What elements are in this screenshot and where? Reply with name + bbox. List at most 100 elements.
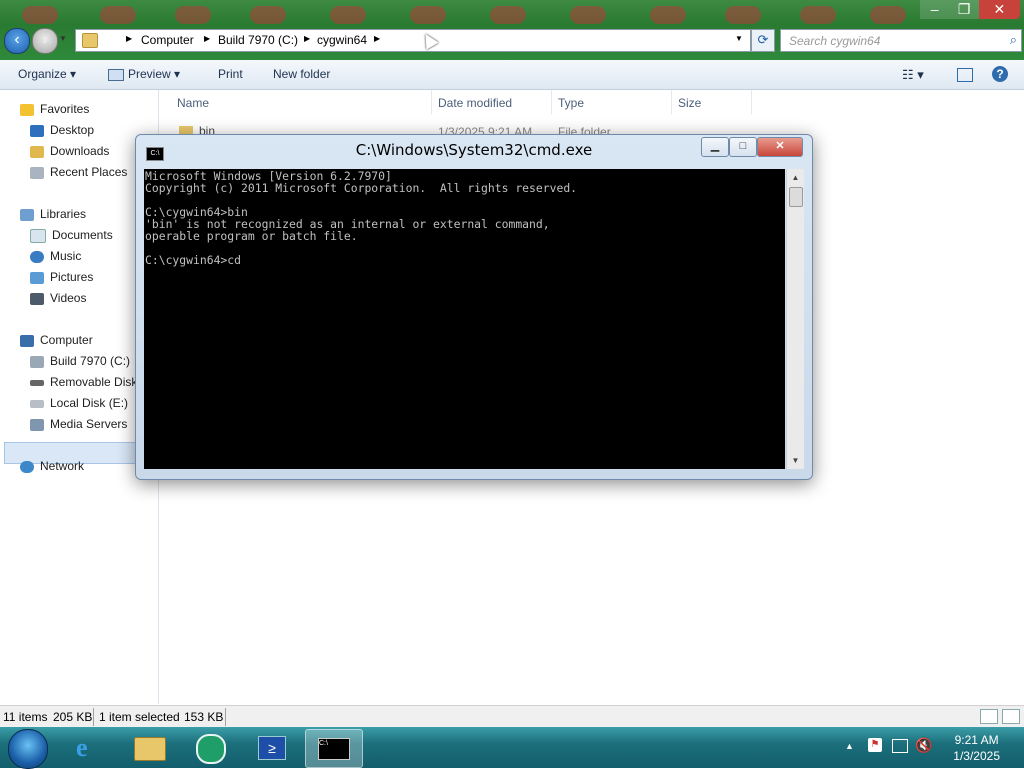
nav-libraries[interactable]: Libraries (20, 204, 86, 224)
column-date-modified[interactable]: Date modified (438, 96, 512, 110)
cmd-window[interactable]: C:\ C:\Windows\System32\cmd.exe ▁ □ ✕ Mi… (135, 134, 813, 480)
nav-favorites-label: Favorites (40, 102, 90, 116)
background-decoration (870, 6, 906, 24)
local-disk-icon (30, 399, 44, 408)
internet-explorer-taskbar-button[interactable]: e (62, 729, 118, 766)
network-tray-icon[interactable] (892, 739, 908, 753)
scroll-down-icon[interactable]: ▼ (787, 452, 804, 469)
nav-desktop[interactable]: Desktop (30, 120, 94, 140)
cmd-taskbar-button[interactable]: C:\ (305, 729, 363, 768)
action-center-icon[interactable]: ⚑ (868, 738, 882, 752)
nav-local-disk-label: Local Disk (E:) (50, 396, 129, 410)
back-button[interactable]: ‹ (4, 28, 30, 54)
column-divider[interactable] (431, 90, 432, 114)
background-decoration (250, 6, 286, 24)
scrollbar-thumb[interactable] (789, 187, 803, 207)
start-button[interactable] (8, 729, 48, 769)
chevron-right-icon[interactable]: ▶ (374, 34, 380, 43)
search-icon[interactable]: ⌕ (1010, 32, 1017, 48)
address-dropdown-icon[interactable]: ▼ (735, 34, 743, 43)
background-decoration (410, 6, 446, 24)
nav-downloads-label: Downloads (50, 144, 110, 158)
file-explorer-taskbar-button[interactable] (122, 729, 178, 766)
chevron-right-icon[interactable]: ▶ (204, 34, 210, 43)
nav-computer[interactable]: Computer (20, 330, 93, 350)
view-options-icon[interactable]: ☷ ▾ (902, 67, 924, 83)
breadcrumb-cygwin64[interactable]: cygwin64 (317, 33, 367, 47)
clock-time: 9:21 AM (954, 733, 999, 747)
nav-downloads[interactable]: Downloads (30, 141, 109, 161)
help-icon[interactable]: ? (992, 66, 1008, 82)
column-divider[interactable] (751, 90, 752, 114)
cmd-close-button[interactable]: ✕ (757, 137, 803, 157)
show-hidden-icons-icon[interactable]: ▲ (845, 741, 854, 751)
explorer-window-controls: ‒ ❐ ✕ (920, 0, 1020, 20)
minimize-button[interactable]: ‒ (920, 0, 950, 19)
forward-button[interactable]: › (32, 28, 58, 54)
new-folder-button[interactable]: New folder (273, 67, 330, 81)
status-divider (225, 708, 226, 726)
libraries-icon (20, 208, 34, 221)
nav-recent-places[interactable]: Recent Places (30, 162, 127, 182)
address-bar[interactable]: ▶ Computer ▶ Build 7970 (C:) ▶ cygwin64 … (75, 29, 751, 52)
scroll-up-icon[interactable]: ▲ (787, 169, 804, 186)
store-taskbar-button[interactable] (182, 729, 238, 766)
nav-computer-label: Computer (40, 333, 93, 347)
nav-favorites[interactable]: Favorites (20, 99, 89, 119)
search-placeholder: Search cygwin64 (789, 34, 881, 48)
removable-disk-icon (30, 379, 44, 386)
refresh-button[interactable]: ⟳ (751, 29, 775, 52)
nav-removable-disk-label: Removable Disk ( (50, 375, 145, 389)
recent-places-icon (30, 166, 44, 179)
chevron-right-icon[interactable]: ▶ (126, 34, 132, 43)
nav-pictures[interactable]: Pictures (30, 267, 93, 287)
star-icon (20, 103, 34, 116)
console-scrollbar[interactable]: ▲ ▼ (786, 169, 804, 469)
powershell-taskbar-button[interactable]: ≥ (244, 729, 300, 766)
search-input[interactable]: Search cygwin64 ⌕ (780, 29, 1022, 52)
column-name[interactable]: Name (177, 96, 209, 110)
command-bar: Organize ▾ Preview ▾ Print New folder ☷ … (0, 60, 1024, 90)
column-type[interactable]: Type (558, 96, 584, 110)
preview-button[interactable]: Preview ▾ (108, 67, 180, 81)
background-decoration (800, 6, 836, 24)
background-decoration (490, 6, 526, 24)
column-divider[interactable] (671, 90, 672, 114)
recent-pages-dropdown[interactable]: ▼ (59, 34, 67, 43)
nav-build-drive[interactable]: Build 7970 (C:) (30, 351, 130, 371)
column-size[interactable]: Size (678, 96, 701, 110)
nav-music[interactable]: Music (30, 246, 81, 266)
cmd-maximize-button[interactable]: □ (729, 137, 757, 157)
nav-network[interactable]: Network (20, 456, 84, 476)
nav-media-servers[interactable]: Media Servers (30, 414, 127, 434)
breadcrumb-computer[interactable]: Computer (141, 33, 194, 47)
preview-pane-icon[interactable] (957, 68, 973, 82)
print-button[interactable]: Print (218, 67, 243, 81)
selection-size: 153 KB (184, 710, 224, 724)
nav-recent-places-label: Recent Places (50, 165, 128, 179)
maximize-button[interactable]: ❐ (949, 0, 979, 19)
nav-documents[interactable]: Documents (30, 225, 113, 245)
nav-local-disk[interactable]: Local Disk (E:) (30, 393, 128, 413)
clock-date: 1/3/2025 (953, 749, 1000, 763)
console-text: Microsoft Windows [Version 6.2.7970] Cop… (145, 169, 578, 267)
background-decoration (650, 6, 686, 24)
nav-videos[interactable]: Videos (30, 288, 86, 308)
background-decoration (22, 6, 58, 24)
desktop-icon (30, 124, 44, 137)
cmd-minimize-button[interactable]: ▁ (701, 137, 729, 157)
organize-button[interactable]: Organize ▾ (18, 67, 76, 81)
system-clock[interactable]: 9:21 AM 1/3/2025 (953, 732, 1000, 764)
nav-videos-label: Videos (50, 291, 87, 305)
details-view-icon[interactable] (980, 709, 998, 724)
nav-build-drive-label: Build 7970 (C:) (50, 354, 131, 368)
console-output-area[interactable]: Microsoft Windows [Version 6.2.7970] Cop… (144, 169, 785, 469)
chevron-right-icon[interactable]: ▶ (304, 34, 310, 43)
folder-icon (82, 33, 98, 48)
close-button[interactable]: ✕ (978, 0, 1020, 19)
volume-muted-icon[interactable]: 🔇 (915, 737, 932, 754)
breadcrumb-drive[interactable]: Build 7970 (C:) (218, 33, 298, 47)
large-icons-view-icon[interactable] (1002, 709, 1020, 724)
column-divider[interactable] (551, 90, 552, 114)
preview-label: Preview (128, 67, 171, 81)
